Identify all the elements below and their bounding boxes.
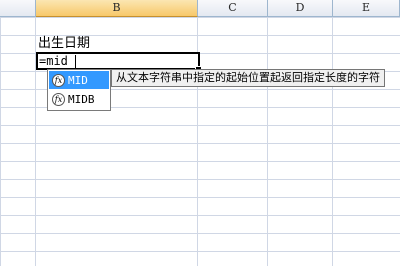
column-divider	[267, 0, 268, 266]
function-icon: fx	[52, 92, 65, 106]
function-icon: fx	[52, 73, 65, 87]
column-header-e[interactable]: E	[333, 0, 400, 17]
column-header-c[interactable]: C	[198, 0, 268, 17]
autocomplete-item-label: MIDB	[68, 92, 95, 106]
column-divider	[197, 0, 198, 266]
column-header-row: B C D E	[0, 0, 400, 17]
cell-b1-birth-date[interactable]: 出生日期	[38, 36, 90, 52]
text-caret	[75, 55, 76, 68]
column-divider	[35, 0, 36, 266]
autocomplete-item-midb[interactable]: fx MIDB	[49, 90, 109, 108]
autocomplete-item-label: MID	[68, 73, 88, 87]
cell-b2-formula-input[interactable]: =mid	[39, 52, 68, 70]
column-header-d[interactable]: D	[268, 0, 333, 17]
column-divider	[332, 0, 333, 266]
column-header-a-partial[interactable]	[0, 0, 36, 17]
column-header-b[interactable]: B	[36, 0, 198, 17]
autocomplete-item-mid[interactable]: fx MID	[49, 71, 109, 89]
function-description-tooltip: 从文本字符串中指定的起始位置起返回指定长度的字符	[111, 69, 385, 87]
function-autocomplete-list[interactable]: fx MID fx MIDB	[47, 69, 111, 111]
